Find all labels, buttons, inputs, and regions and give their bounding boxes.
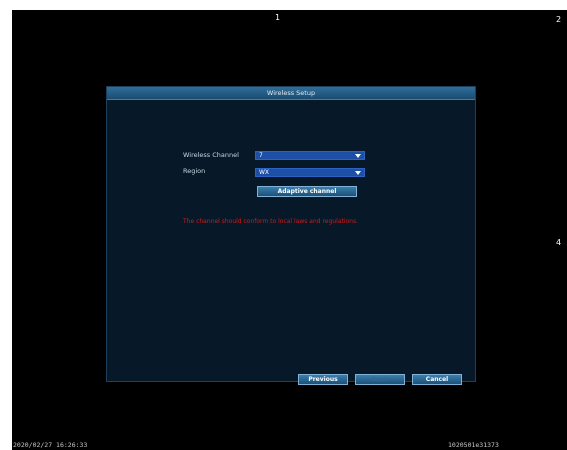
channel-number-4[interactable]: 4 bbox=[556, 238, 561, 247]
cancel-button[interactable]: Cancel bbox=[412, 374, 462, 385]
chevron-down-icon bbox=[355, 171, 361, 175]
previous-button[interactable]: Previous bbox=[298, 374, 348, 385]
wireless-channel-select[interactable]: 7 bbox=[255, 151, 365, 160]
nvr-screen: 1 2 4 Wireless Setup Wireless Channel 7 … bbox=[12, 10, 567, 450]
adaptive-channel-button[interactable]: Adaptive channel bbox=[257, 186, 357, 197]
chevron-down-icon bbox=[355, 154, 361, 158]
dialog-title: Wireless Setup bbox=[107, 87, 475, 100]
wireless-setup-dialog: Wireless Setup Wireless Channel 7 Region… bbox=[106, 86, 476, 385]
channel-number-1[interactable]: 1 bbox=[275, 13, 280, 22]
region-value: WX bbox=[259, 169, 270, 176]
channel-number-2[interactable]: 2 bbox=[556, 15, 561, 24]
wireless-channel-label: Wireless Channel bbox=[183, 151, 239, 159]
regulation-warning: The channel should conform to local laws… bbox=[183, 218, 358, 225]
region-label: Region bbox=[183, 167, 206, 175]
next-button[interactable]: Next bbox=[355, 374, 405, 385]
region-select[interactable]: WX bbox=[255, 168, 365, 177]
wireless-channel-value: 7 bbox=[259, 152, 263, 159]
device-id: 1020501e31373 bbox=[448, 441, 499, 449]
datetime-display: 2020/02/27 16:26:33 bbox=[13, 441, 88, 449]
